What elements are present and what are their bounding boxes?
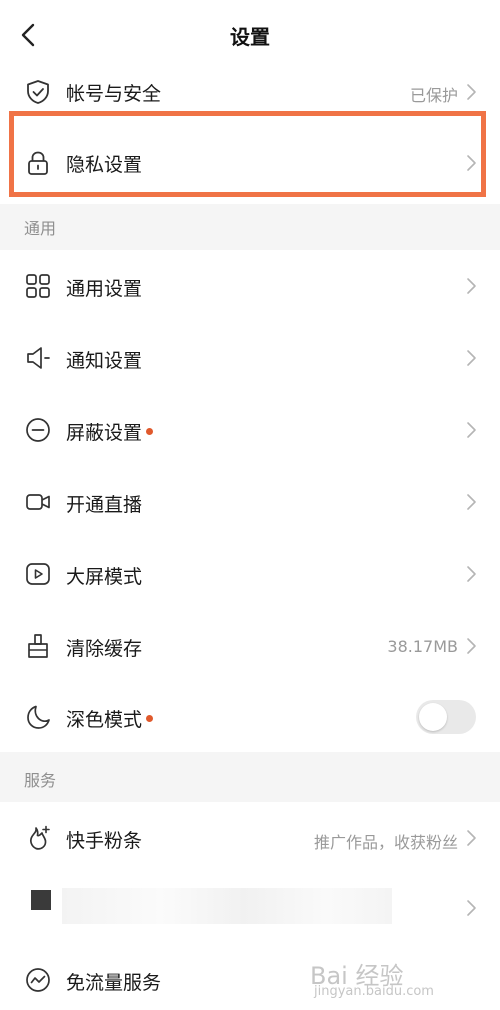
new-badge-dot [146, 715, 154, 722]
chevron-right-icon [467, 278, 476, 294]
section-header-service: 服务 [0, 752, 500, 802]
chevron-right-icon [467, 638, 476, 654]
big-screen-mode-label: 大屏模式 [66, 566, 143, 588]
page-title: 设置 [230, 25, 270, 49]
broom-icon [28, 634, 48, 658]
redacted-icon [31, 890, 51, 910]
play-screen-icon [26, 563, 50, 585]
baidu-watermark: Bai 经验 jingyan.baidu.com [290, 946, 496, 1010]
chevron-right-icon [467, 422, 476, 438]
general-settings-row[interactable]: 通用设置 [0, 250, 500, 322]
dark-mode-label: 深色模式 [66, 705, 154, 732]
chevron-right-icon [467, 494, 476, 510]
data-free-service-label: 免流量服务 [66, 972, 162, 994]
section-header-general: 通用 [0, 204, 500, 250]
chevron-right-icon [467, 830, 476, 846]
account-security-status: 已保护 [409, 86, 458, 105]
pulse-circle-icon [26, 968, 50, 992]
shield-check-icon [27, 80, 49, 104]
grid-icon [26, 274, 50, 298]
clear-cache-label: 清除缓存 [66, 638, 143, 660]
clear-cache-row[interactable]: 清除缓存 38.17MB [0, 610, 500, 682]
minus-circle-icon [26, 418, 50, 442]
video-camera-icon [26, 494, 50, 510]
live-stream-row[interactable]: 开通直播 [0, 466, 500, 538]
chevron-right-icon [467, 566, 476, 582]
account-security-row[interactable]: 帐号与安全 已保护 [0, 70, 500, 114]
redacted-text [62, 888, 392, 924]
fans-promotion-row[interactable]: 快手粉条 推广作品，收获粉丝 [0, 802, 500, 874]
block-settings-label: 屏蔽设置 [66, 418, 154, 445]
toggle-knob [419, 703, 447, 731]
header-bar: 设置 [0, 0, 500, 70]
fans-promotion-label: 快手粉条 [66, 830, 143, 852]
moon-icon [27, 705, 50, 729]
block-settings-row[interactable]: 屏蔽设置 [0, 394, 500, 466]
dark-mode-toggle[interactable] [416, 700, 476, 734]
general-settings-label: 通用设置 [66, 278, 143, 300]
dark-mode-row: 深色模式 [0, 682, 500, 752]
chevron-right-icon [467, 84, 476, 100]
live-stream-label: 开通直播 [66, 494, 143, 516]
flame-plus-icon [30, 825, 50, 850]
notification-settings-label: 通知设置 [66, 350, 143, 372]
section-label: 服务 [24, 771, 57, 790]
section-label: 通用 [24, 219, 57, 238]
notification-settings-row[interactable]: 通知设置 [0, 322, 500, 394]
cache-size-value: 38.17MB [387, 637, 458, 656]
chevron-right-icon [467, 900, 476, 916]
new-badge-dot [146, 428, 154, 435]
chevron-right-icon [467, 350, 476, 366]
watermark-url: jingyan.baidu.com [314, 984, 434, 999]
speaker-icon [27, 347, 50, 369]
account-security-label: 帐号与安全 [66, 83, 162, 105]
highlight-box [9, 111, 486, 197]
fans-promotion-desc: 推广作品，收获粉丝 [313, 833, 458, 852]
big-screen-mode-row[interactable]: 大屏模式 [0, 538, 500, 610]
